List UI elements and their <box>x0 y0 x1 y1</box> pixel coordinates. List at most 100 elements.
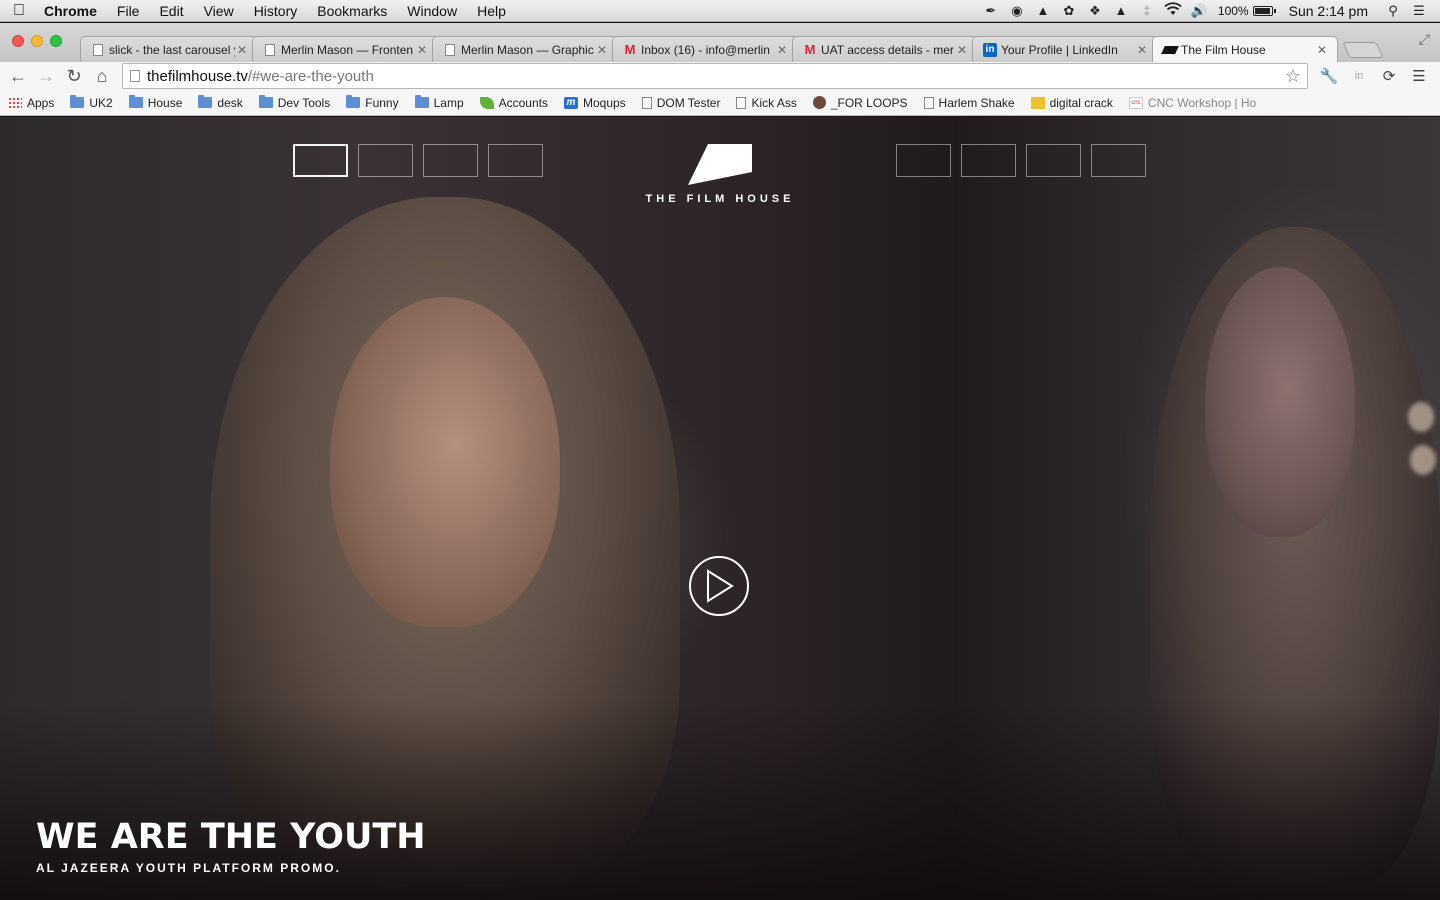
url-host: thefilmhouse.tv <box>147 67 248 85</box>
play-icon <box>707 569 734 603</box>
bookmark-for-loops[interactable]: _FOR LOOPS <box>812 95 908 110</box>
tab-uat-access[interactable]: M UAT access details - mer ✕ <box>792 36 978 62</box>
tab-merlin-graphic[interactable]: Merlin Mason — Graphic ✕ <box>432 36 618 62</box>
bookmark-cnc-workshop[interactable]: cnc CNC Workshop | Ho <box>1128 96 1256 110</box>
menu-edit[interactable]: Edit <box>149 0 193 22</box>
extension-icon[interactable]: ⟳ <box>1374 67 1404 85</box>
carousel-thumb[interactable] <box>358 144 413 177</box>
hero-reflection-face <box>1205 267 1355 537</box>
close-tab-icon[interactable]: ✕ <box>235 43 249 57</box>
anvil-icon[interactable]: ▲ <box>1108 3 1134 18</box>
fullscreen-icon[interactable]: ⤢ <box>1419 31 1430 48</box>
bookmark-apps[interactable]: Apps <box>8 96 54 110</box>
menu-window[interactable]: Window <box>397 0 467 22</box>
wifi-icon[interactable] <box>1160 2 1186 19</box>
carousel-thumb[interactable] <box>961 144 1016 177</box>
close-window-button[interactable] <box>12 35 24 47</box>
tab-merlin-frontend[interactable]: Merlin Mason — Fronten ✕ <box>252 36 438 62</box>
menu-app-chrome[interactable]: Chrome <box>38 0 107 22</box>
bookmark-folder-funny[interactable]: Funny <box>346 95 399 110</box>
macos-menu-bar:  Chrome File Edit View History Bookmark… <box>0 0 1440 22</box>
battery-level-fill <box>1254 7 1270 14</box>
minimize-window-button[interactable] <box>31 35 43 47</box>
bookmark-star-icon[interactable]: ☆ <box>1279 66 1307 87</box>
carousel-thumb[interactable] <box>488 144 543 177</box>
pen-icon[interactable]: ✒ <box>978 3 1004 19</box>
battery-icon[interactable] <box>1252 5 1276 16</box>
carousel-thumb[interactable] <box>423 144 478 177</box>
zoom-window-button[interactable] <box>50 35 62 47</box>
bookmark-folder-desk[interactable]: desk <box>198 95 243 110</box>
tab-gmail-inbox[interactable]: M Inbox (16) - info@merlin ✕ <box>612 36 798 62</box>
menu-view[interactable]: View <box>194 0 244 22</box>
slide-subtitle: AL JAZEERA YOUTH PLATFORM PROMO. <box>36 861 341 875</box>
tab-title: Your Profile | LinkedIn <box>1001 42 1118 57</box>
bookmark-digital-crack[interactable]: digital crack <box>1030 96 1113 110</box>
close-tab-icon[interactable]: ✕ <box>1135 43 1149 57</box>
carousel-thumb[interactable] <box>293 144 348 177</box>
tab-slick[interactable]: slick - the last carousel y ✕ <box>80 36 258 62</box>
close-tab-icon[interactable]: ✕ <box>955 43 969 57</box>
tab-the-film-house[interactable]: The Film House ✕ <box>1152 36 1338 62</box>
menubar-clock[interactable]: Sun 2:14 pm <box>1283 3 1380 19</box>
bluetooth-icon[interactable]: ‡ <box>1134 3 1160 18</box>
leaf-icon <box>479 96 494 109</box>
tab-linkedin[interactable]: in Your Profile | LinkedIn ✕ <box>972 36 1158 62</box>
bowler-hat-icon[interactable]: ▲ <box>1030 3 1056 18</box>
new-tab-button[interactable] <box>1342 42 1384 58</box>
menu-help[interactable]: Help <box>467 0 516 22</box>
forward-icon[interactable]: → <box>32 66 60 87</box>
folder-icon <box>128 95 143 108</box>
chrome-menu-icon[interactable]: ☰ <box>1404 67 1434 85</box>
document-icon <box>443 43 457 57</box>
home-icon[interactable]: ⌂ <box>88 66 116 87</box>
slide-caption: WE ARE THE YOUTH AL JAZEERA YOUTH PLATFO… <box>36 817 426 875</box>
menu-history[interactable]: History <box>244 0 308 22</box>
volume-icon[interactable]: 🔊 <box>1186 3 1212 19</box>
bookmark-dom-tester[interactable]: DOM Tester <box>641 96 720 110</box>
bookmark-harlem-shake[interactable]: Harlem Shake <box>923 95 1015 110</box>
reload-icon[interactable]: ↻ <box>60 66 88 87</box>
carousel-thumb[interactable] <box>896 144 951 177</box>
eye-icon[interactable]: ◉ <box>1004 3 1030 19</box>
close-tab-icon[interactable]: ✕ <box>775 43 789 57</box>
paw-icon[interactable]: ✿ <box>1056 3 1082 19</box>
notification-list-icon[interactable]: ☰ <box>1406 3 1432 19</box>
bookmark-folder-lamp[interactable]: Lamp <box>414 95 464 110</box>
bookmark-label: Harlem Shake <box>938 95 1015 110</box>
bookmark-accounts[interactable]: Accounts <box>479 96 548 110</box>
folder-icon <box>198 95 213 108</box>
bookmark-kick-ass[interactable]: Kick Ass <box>736 96 797 110</box>
carousel-thumb[interactable] <box>1026 144 1081 177</box>
bookmark-folder-house[interactable]: House <box>128 95 182 110</box>
bookmark-moqups[interactable]: m Moqups <box>563 96 626 110</box>
bookmark-label: UK2 <box>89 95 113 110</box>
logo-text: THE FILM HOUSE <box>645 193 795 205</box>
linkedin-extension-icon[interactable]: in <box>1344 70 1374 82</box>
bookmarks-bar: Apps UK2 House desk Dev Tools Funny Lamp… <box>0 90 1440 116</box>
play-button[interactable] <box>689 556 749 616</box>
back-icon[interactable]: ← <box>4 66 32 87</box>
document-icon <box>736 96 747 109</box>
gmail-icon: M <box>624 42 636 57</box>
bookmark-label: Lamp <box>433 95 464 110</box>
close-tab-icon[interactable]: ✕ <box>595 43 609 57</box>
bookmark-folder-dev-tools[interactable]: Dev Tools <box>258 95 331 110</box>
menu-file[interactable]: File <box>107 0 150 22</box>
bookmark-folder-uk2[interactable]: UK2 <box>70 95 113 110</box>
address-bar[interactable]: thefilmhouse.tv/#we-are-the-youth ☆ <box>122 63 1308 89</box>
apple-icon[interactable]:  <box>0 2 38 20</box>
bookmark-label: _FOR LOOPS <box>830 95 908 110</box>
carousel-thumb[interactable] <box>1091 144 1146 177</box>
bookmark-label: Apps <box>27 95 55 110</box>
bookmark-label: Dev Tools <box>277 95 331 110</box>
menu-bookmarks[interactable]: Bookmarks <box>307 0 397 22</box>
close-tab-icon[interactable]: ✕ <box>1315 43 1329 57</box>
bookmark-label: Funny <box>365 95 399 110</box>
spotlight-search-icon[interactable]: ⚲ <box>1380 3 1406 19</box>
close-tab-icon[interactable]: ✕ <box>415 43 429 57</box>
wrench-icon[interactable]: 🔧 <box>1314 67 1344 85</box>
site-logo[interactable]: THE FILM HOUSE <box>620 144 820 205</box>
dropbox-icon[interactable]: ❖ <box>1082 3 1108 19</box>
browser-toolbar: ← → ↻ ⌂ thefilmhouse.tv/#we-are-the-yout… <box>0 62 1440 90</box>
